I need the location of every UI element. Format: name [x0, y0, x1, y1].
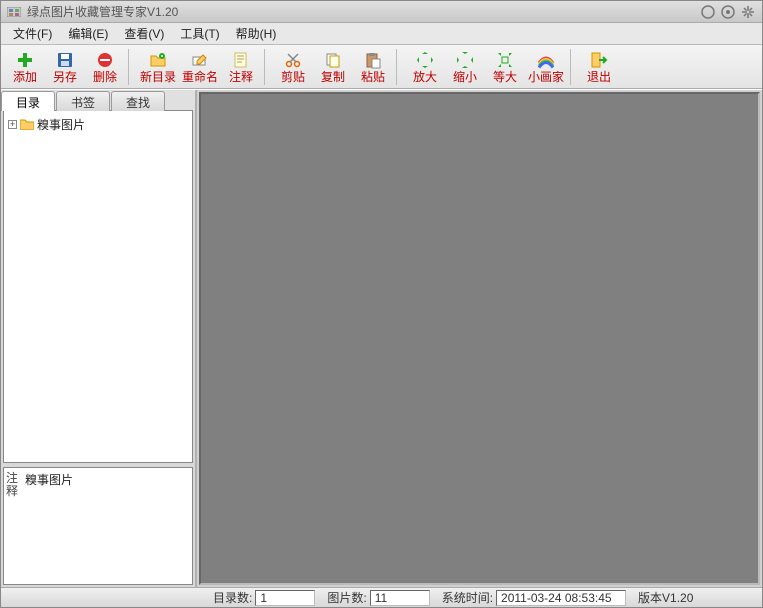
tab-directory[interactable]: 目录: [1, 91, 55, 111]
delete-button[interactable]: 删除: [85, 47, 125, 87]
note-panel: 注释 糗事图片: [3, 467, 193, 585]
menu-view[interactable]: 查看(V): [116, 23, 172, 44]
status-imgs: 图片数: 11: [323, 589, 433, 606]
floppy-icon: [55, 50, 75, 70]
status-imgs-value: 11: [370, 590, 430, 606]
left-panel: 目录 书签 查找 + 糗事图片 注释 糗事图片: [1, 90, 197, 587]
statusbar: 目录数: 1 图片数: 11 系统时间: 2011-03-24 08:53:45…: [1, 587, 762, 607]
window-controls: [700, 4, 756, 20]
toolbar-separator: [396, 49, 402, 85]
tree-item[interactable]: + 糗事图片: [8, 115, 188, 133]
cut-button[interactable]: 剪贴: [273, 47, 313, 87]
app-icon: [7, 6, 21, 18]
scissors-icon: [283, 50, 303, 70]
tab-search[interactable]: 查找: [111, 91, 165, 111]
paste-button[interactable]: 粘贴: [353, 47, 393, 87]
painter-button[interactable]: 小画家: [525, 47, 567, 87]
directory-tree[interactable]: + 糗事图片: [3, 110, 193, 463]
exit-icon: [589, 50, 609, 70]
menu-tools[interactable]: 工具(T): [172, 23, 227, 44]
toolbar: 添加 另存 删除 新目录 重命名 注释 剪贴 复制: [1, 45, 762, 89]
equal-button[interactable]: 等大: [485, 47, 525, 87]
status-version: 版本V1.20: [634, 589, 697, 606]
status-time-label: 系统时间:: [442, 589, 493, 606]
left-tabs: 目录 书签 查找: [1, 90, 195, 110]
rename-button[interactable]: 重命名: [179, 47, 221, 87]
add-button[interactable]: 添加: [5, 47, 45, 87]
copy-icon: [323, 50, 343, 70]
menu-help[interactable]: 帮助(H): [228, 23, 285, 44]
menubar: 文件(F) 编辑(E) 查看(V) 工具(T) 帮助(H): [1, 23, 762, 45]
exit-button[interactable]: 退出: [579, 47, 619, 87]
status-dirs: 目录数: 1: [209, 589, 319, 606]
note-button[interactable]: 注释: [221, 47, 261, 87]
minimize-button[interactable]: [700, 4, 716, 20]
status-time-value: 2011-03-24 08:53:45: [496, 590, 626, 606]
new-folder-icon: [148, 50, 168, 70]
zoom-in-icon: [415, 50, 435, 70]
expand-toggle[interactable]: +: [8, 120, 17, 129]
titlebar: 绿点图片收藏管理专家V1.20: [1, 1, 762, 23]
rename-icon: [190, 50, 210, 70]
note-label: 注释: [4, 468, 20, 584]
copy-button[interactable]: 复制: [313, 47, 353, 87]
toolbar-separator: [264, 49, 270, 85]
status-time: 系统时间: 2011-03-24 08:53:45: [438, 589, 630, 606]
zoom-out-icon: [455, 50, 475, 70]
image-viewer[interactable]: [199, 92, 760, 585]
saveas-button[interactable]: 另存: [45, 47, 85, 87]
window-title: 绿点图片收藏管理专家V1.20: [27, 3, 700, 20]
status-dirs-label: 目录数:: [213, 589, 252, 606]
menu-edit[interactable]: 编辑(E): [60, 23, 116, 44]
app-window: 绿点图片收藏管理专家V1.20 文件(F) 编辑(E) 查看(V) 工具(T) …: [0, 0, 763, 608]
menu-file[interactable]: 文件(F): [5, 23, 60, 44]
painter-icon: [536, 50, 556, 70]
main-area: 目录 书签 查找 + 糗事图片 注释 糗事图片: [1, 89, 762, 587]
plus-icon: [15, 50, 35, 70]
folder-icon: [20, 118, 34, 130]
close-button[interactable]: [740, 4, 756, 20]
status-imgs-label: 图片数:: [327, 589, 366, 606]
delete-icon: [95, 50, 115, 70]
status-dirs-value: 1: [255, 590, 315, 606]
toolbar-separator: [128, 49, 134, 85]
actual-size-icon: [495, 50, 515, 70]
toolbar-separator: [570, 49, 576, 85]
maximize-button[interactable]: [720, 4, 736, 20]
zoomout-button[interactable]: 缩小: [445, 47, 485, 87]
newdir-button[interactable]: 新目录: [137, 47, 179, 87]
tree-item-label: 糗事图片: [37, 116, 85, 133]
note-icon: [231, 50, 251, 70]
zoomin-button[interactable]: 放大: [405, 47, 445, 87]
paste-icon: [363, 50, 383, 70]
tab-bookmark[interactable]: 书签: [56, 91, 110, 111]
note-content[interactable]: 糗事图片: [20, 468, 192, 584]
